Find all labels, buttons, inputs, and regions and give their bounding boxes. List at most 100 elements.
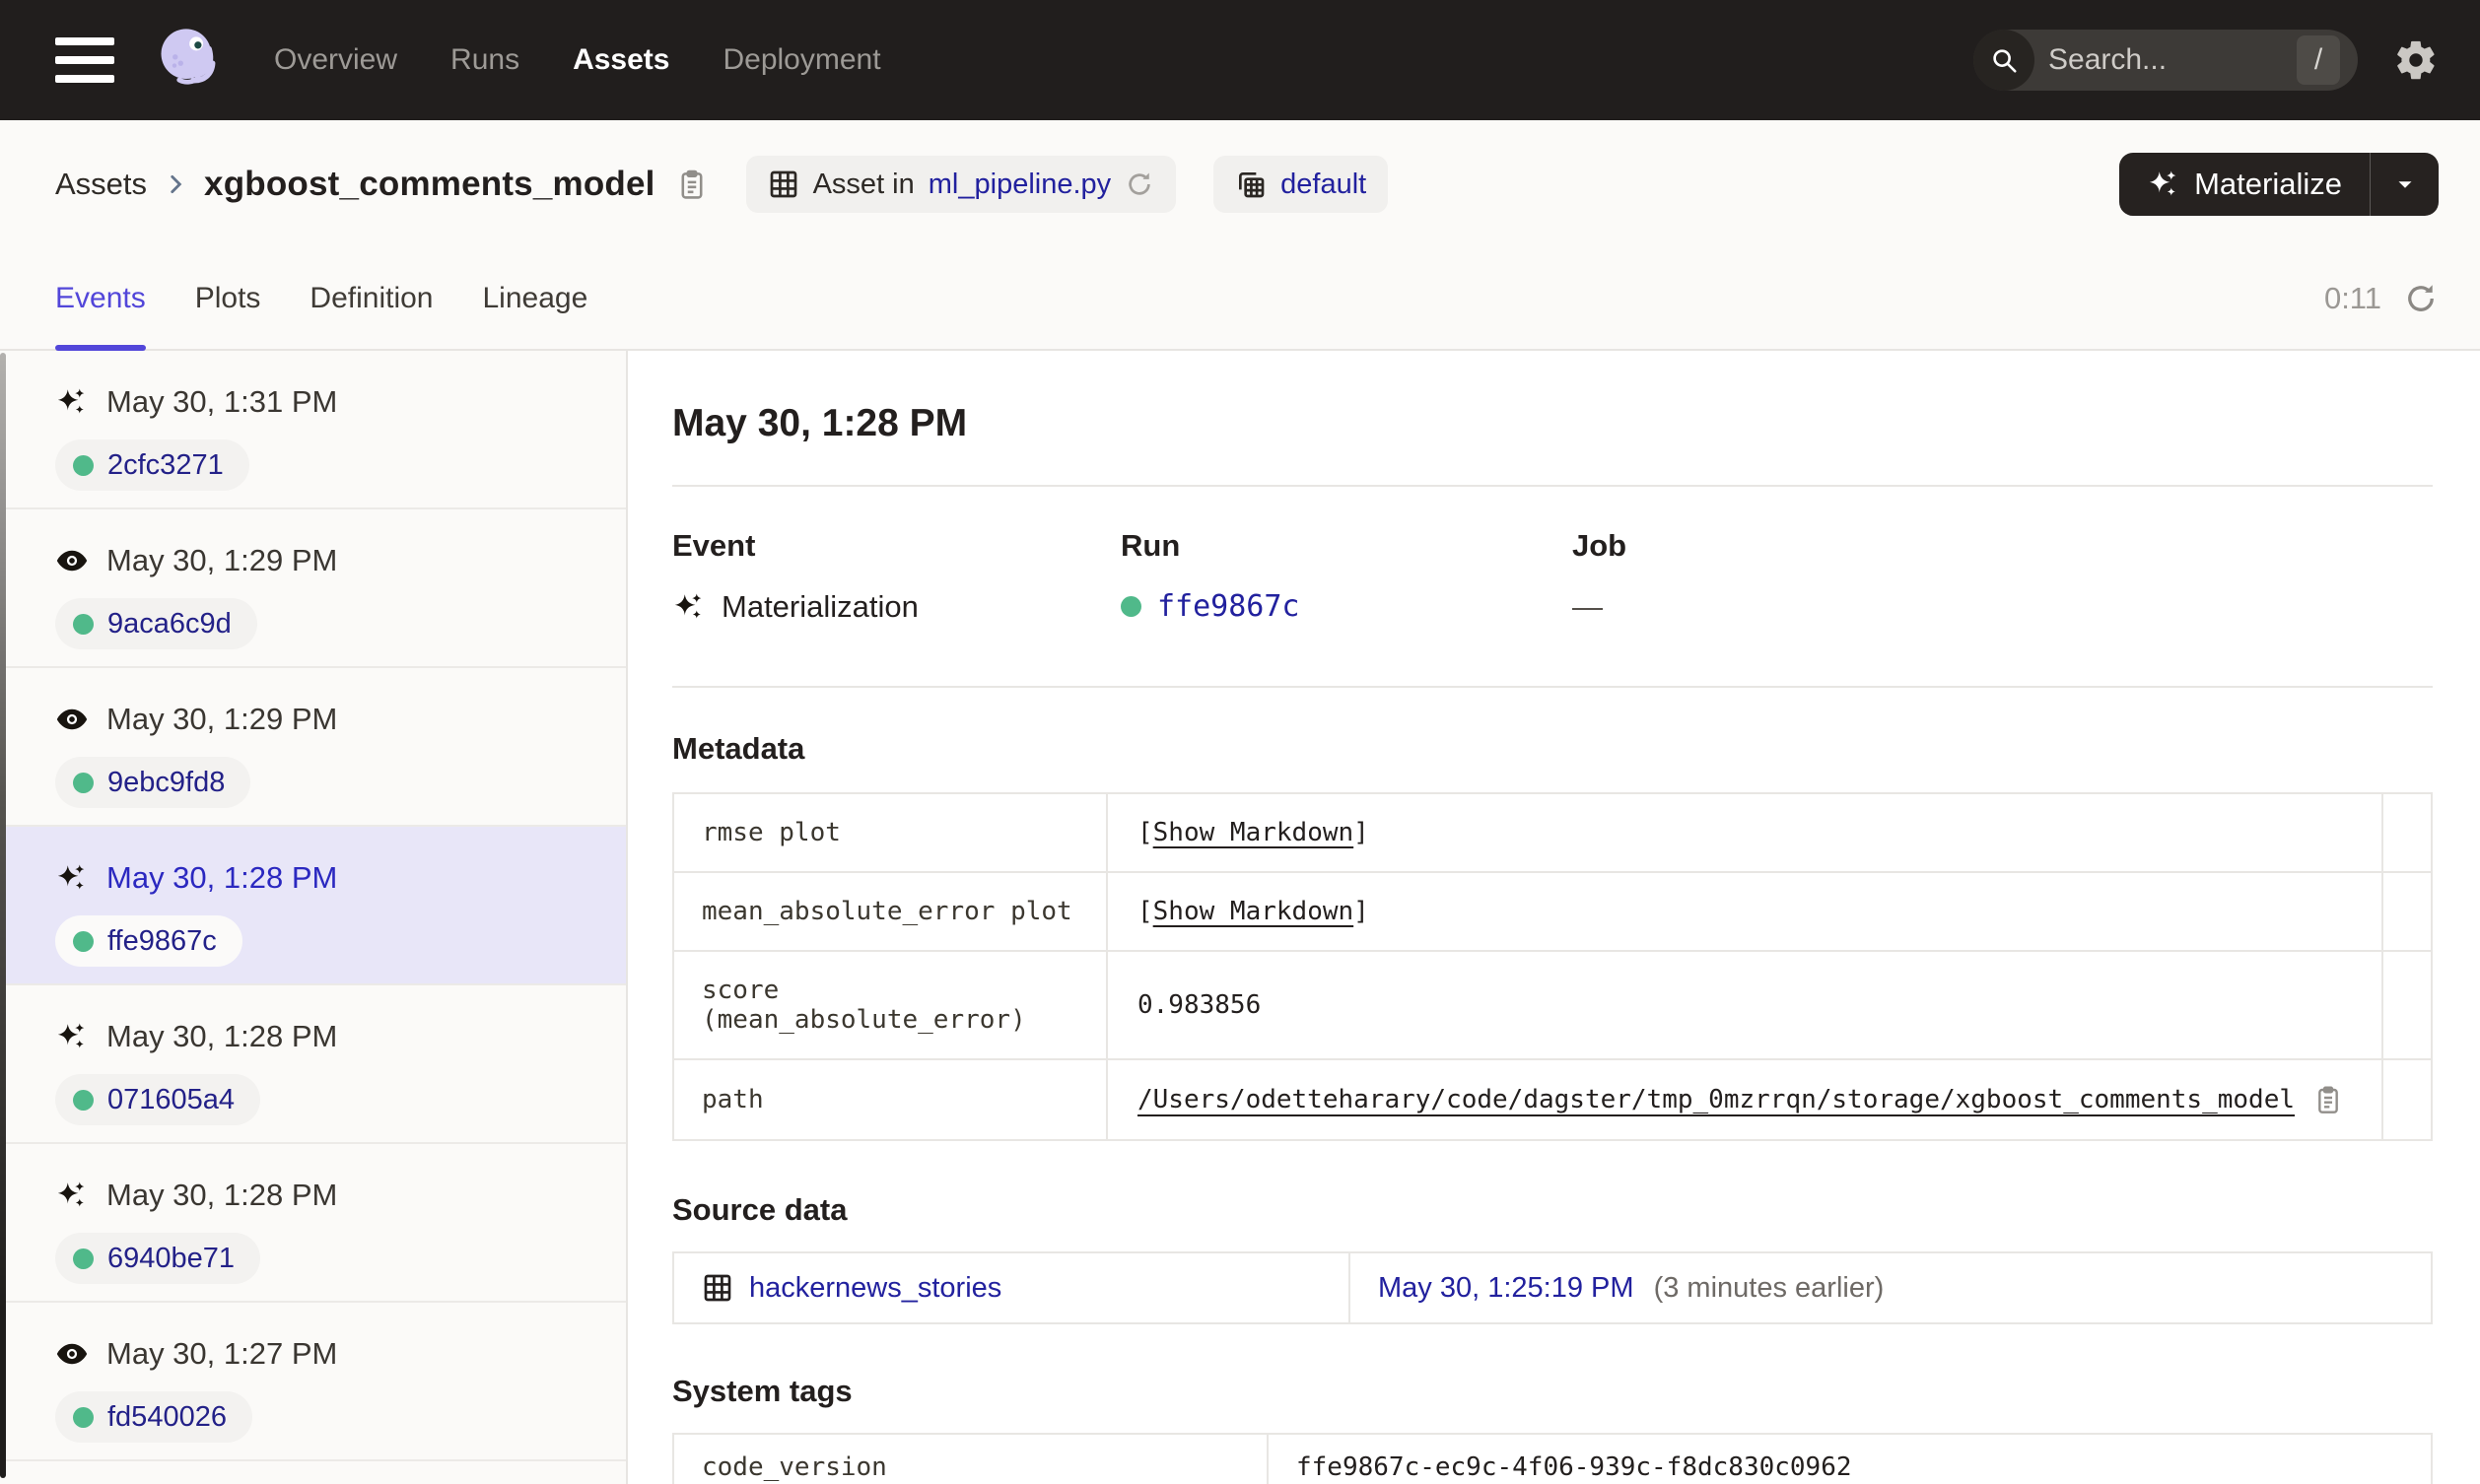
run-id-link[interactable]: 071605a4 xyxy=(107,1084,235,1116)
source-asset-link[interactable]: hackernews_stories xyxy=(749,1272,1001,1305)
materialize-label: Materialize xyxy=(2194,167,2342,201)
run-pill[interactable]: ffe9867c xyxy=(55,915,242,967)
run-id-link[interactable]: fd540026 xyxy=(107,1401,227,1434)
event-list-item[interactable]: May 30, 1:28 PM ffe9867c xyxy=(0,827,626,985)
run-pill[interactable]: 071605a4 xyxy=(55,1074,261,1125)
table-spacer-cell xyxy=(2381,950,2433,1060)
materialize-button[interactable]: Materialize xyxy=(2119,153,2370,216)
breadcrumb-assets-link[interactable]: Assets xyxy=(55,167,147,202)
search-input[interactable] xyxy=(2048,43,2265,77)
event-list-item[interactable]: May 30, 1:28 PM 071605a4 xyxy=(0,985,626,1144)
run-status-dot xyxy=(73,613,94,635)
chevron-right-icon xyxy=(171,175,182,193)
system-tag-key: code_version xyxy=(672,1433,1269,1484)
event-timestamp: May 30, 1:29 PM xyxy=(106,543,338,577)
gear-icon[interactable] xyxy=(2393,37,2439,83)
materialization-icon xyxy=(57,864,85,890)
metadata-value: [ xyxy=(1137,897,1153,926)
divider xyxy=(672,686,2433,688)
event-column-label: Event xyxy=(672,528,756,563)
asset-file-link[interactable]: ml_pipeline.py xyxy=(929,169,1111,201)
nav-item-overview[interactable]: Overview xyxy=(274,43,397,77)
observation-icon xyxy=(56,708,88,730)
table-spacer-cell xyxy=(2381,871,2433,952)
metadata-value: ] xyxy=(1353,897,1369,926)
event-list-item[interactable]: May 30, 1:27 PM fd540026 xyxy=(0,1303,626,1461)
run-pill[interactable]: 6940be71 xyxy=(55,1233,261,1284)
show-markdown-link[interactable]: Show Markdown xyxy=(1153,897,1354,926)
metadata-key: path xyxy=(672,1058,1108,1141)
run-id-link[interactable]: ffe9867c xyxy=(1157,589,1300,624)
metadata-key: mean_absolute_error plot xyxy=(672,871,1108,952)
event-timestamp: May 30, 1:31 PM xyxy=(106,384,338,419)
table-row: mean_absolute_error plot [Show Markdown] xyxy=(672,871,2433,952)
run-id-link[interactable]: ffe9867c xyxy=(107,925,217,958)
observation-icon xyxy=(56,1343,88,1365)
event-type-value: Materialization xyxy=(722,589,919,624)
event-list-item[interactable]: May 30, 1:29 PM 9ebc9fd8 xyxy=(0,668,626,827)
refresh-icon[interactable] xyxy=(2403,281,2439,316)
source-timestamp-link[interactable]: May 30, 1:25:19 PM xyxy=(1378,1272,1634,1304)
metadata-value: [ xyxy=(1137,818,1153,847)
page-title: xgboost_comments_model xyxy=(204,165,655,203)
reload-definition-icon[interactable] xyxy=(1125,169,1154,199)
tab-lineage[interactable]: Lineage xyxy=(483,248,588,349)
menu-icon[interactable] xyxy=(55,37,114,83)
system-tags-table: code_version ffe9867c-ec9c-4f06-939c-f8dc… xyxy=(672,1433,2433,1484)
show-markdown-link[interactable]: Show Markdown xyxy=(1153,818,1354,847)
search-input-wrap[interactable]: / xyxy=(1973,30,2358,91)
table-row: rmse plot [Show Markdown] xyxy=(672,792,2433,873)
materialization-icon xyxy=(57,388,85,414)
tab-definition[interactable]: Definition xyxy=(310,248,433,349)
table-spacer-cell xyxy=(2381,1058,2433,1141)
asset-definition-badge[interactable]: Asset in ml_pipeline.py xyxy=(745,156,1177,213)
materialize-dropdown-button[interactable] xyxy=(2370,153,2439,216)
event-list-item[interactable]: May 30, 1:28 PM 6940be71 xyxy=(0,1144,626,1303)
caret-down-icon xyxy=(2398,181,2411,188)
event-list-item[interactable]: May 30, 1:31 PM 2cfc3271 xyxy=(0,351,626,509)
run-status-dot xyxy=(73,454,94,476)
event-detail-title: May 30, 1:28 PM xyxy=(672,402,968,444)
run-status-dot xyxy=(73,930,94,952)
source-data-table: hackernews_stories May 30, 1:25:19 PM (3… xyxy=(672,1251,2433,1324)
system-tags-heading: System tags xyxy=(672,1374,853,1408)
job-tag-link[interactable]: default xyxy=(1280,169,1366,201)
job-value: — xyxy=(1572,589,1603,624)
metadata-value: 0.983856 xyxy=(1137,990,1262,1020)
source-data-heading: Source data xyxy=(672,1192,848,1227)
tab-events[interactable]: Events xyxy=(55,248,146,351)
run-status-dot xyxy=(73,1406,94,1428)
run-id-link[interactable]: 2cfc3271 xyxy=(107,449,224,482)
tab-plots[interactable]: Plots xyxy=(195,248,261,349)
nav-item-assets[interactable]: Assets xyxy=(573,43,669,77)
copy-asset-name-icon[interactable] xyxy=(675,168,709,201)
metadata-value: ] xyxy=(1353,818,1369,847)
metadata-key: score (mean_absolute_error) xyxy=(672,950,1108,1060)
breadcrumb-row: Assets xgboost_comments_model Asset in m… xyxy=(0,120,2480,248)
event-list-item[interactable]: May 30, 1:29 PM 9aca6c9d xyxy=(0,509,626,668)
run-id-link[interactable]: 6940be71 xyxy=(107,1243,235,1275)
run-id-link[interactable]: 9aca6c9d xyxy=(107,608,232,641)
run-pill[interactable]: 9aca6c9d xyxy=(55,598,257,649)
table-row: code_version ffe9867c-ec9c-4f06-939c-f8dc… xyxy=(672,1433,2433,1484)
path-link[interactable]: /Users/odetteharary/code/dagster/tmp_0mz… xyxy=(1137,1085,2295,1114)
asset-tabs-row: Events Plots Definition Lineage 0:11 xyxy=(0,248,2480,351)
run-id-link[interactable]: 9ebc9fd8 xyxy=(107,767,225,799)
run-column-label: Run xyxy=(1121,528,1181,563)
nav-item-deployment[interactable]: Deployment xyxy=(723,43,880,77)
search-icon[interactable] xyxy=(1973,30,2034,91)
metadata-heading: Metadata xyxy=(672,731,805,766)
run-pill[interactable]: 2cfc3271 xyxy=(55,439,249,491)
nav-item-runs[interactable]: Runs xyxy=(450,43,519,77)
job-tag-badge[interactable]: default xyxy=(1213,156,1389,213)
asset-grid-icon xyxy=(770,170,796,198)
event-timestamp: May 30, 1:29 PM xyxy=(106,702,338,736)
run-pill[interactable]: fd540026 xyxy=(55,1391,252,1443)
run-pill[interactable]: 9ebc9fd8 xyxy=(55,757,251,808)
dagster-logo-icon[interactable] xyxy=(152,23,227,98)
sparkle-icon xyxy=(2149,170,2176,196)
top-navigation-bar: Overview Runs Assets Deployment / xyxy=(0,0,2480,120)
event-detail-panel: May 30, 1:28 PM Event Materialization Ru… xyxy=(628,351,2480,1484)
copy-path-icon[interactable] xyxy=(2312,1084,2344,1115)
scrollbar[interactable] xyxy=(0,353,6,1478)
